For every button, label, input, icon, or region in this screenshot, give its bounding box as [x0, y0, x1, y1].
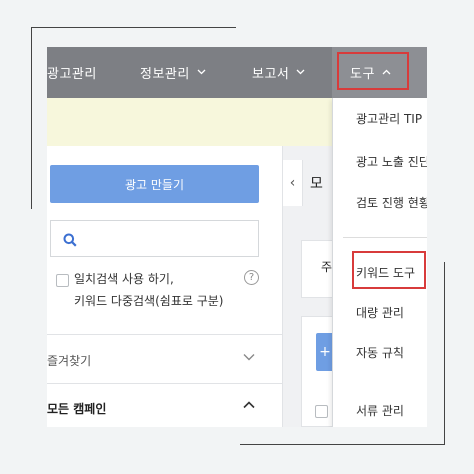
sidebar: 광고 만들기 일치검색 사용 하기, 키워드 다중검색(쉼표로 구분) ? 즐겨…: [47, 146, 283, 427]
menu-item-auto-rules[interactable]: 자동 규칙: [333, 332, 427, 372]
main-summary-text: 주: [321, 260, 333, 274]
favorites-row[interactable]: 즐겨찾기: [47, 336, 283, 383]
menu-item-label: 검토 진행 현황: [356, 195, 427, 210]
menu-divider: [343, 237, 427, 238]
chevron-down-icon: [296, 67, 305, 78]
menu-item-label: 광고관리 TIP: [356, 111, 423, 126]
screenshot-panel: 광고관리 정보관리 보고서 도구 광고 만들기 일치검색 사용 하기, 키워드 …: [47, 47, 427, 427]
nav-ad-management-label: 광고관리: [47, 67, 97, 82]
menu-item-ad-tips[interactable]: 광고관리 TIP: [333, 98, 427, 138]
sidebar-divider: [47, 334, 283, 335]
exact-match-checkbox[interactable]: [56, 274, 69, 287]
menu-item-exposure-diagnosis[interactable]: 광고 노출 진단: [333, 141, 427, 181]
multi-keyword-label: 키워드 다중검색(쉼표로 구분): [74, 294, 224, 308]
campaign-search-input[interactable]: [50, 220, 259, 257]
keyword-tool-highlight-box: [352, 251, 426, 289]
nav-info-management-label: 정보관리: [140, 67, 190, 82]
menu-item-label: 대량 관리: [356, 305, 404, 320]
frame-corner-bottom: [240, 444, 445, 445]
main-title: 모: [310, 176, 323, 192]
chevron-down-icon: [243, 349, 255, 365]
nav-ad-management[interactable]: 광고관리: [47, 47, 97, 98]
row-checkbox[interactable]: [315, 405, 328, 418]
all-campaigns-label: 모든 캠페인: [47, 402, 107, 416]
nav-report-label: 보고서: [252, 67, 290, 82]
menu-item-label: 자동 규칙: [356, 345, 404, 360]
frame-corner-top: [31, 27, 236, 28]
collapse-sidebar-button[interactable]: ‹: [283, 160, 303, 206]
menu-item-label: 광고 노출 진단: [356, 154, 427, 169]
menu-item-review-status[interactable]: 검토 진행 현황: [333, 182, 427, 222]
chevron-up-icon: [243, 397, 255, 413]
frame-corner-left: [31, 27, 32, 209]
menu-item-label: 서류 관리: [356, 403, 404, 418]
chevron-down-icon: [197, 67, 206, 78]
help-icon[interactable]: ?: [244, 270, 259, 285]
search-icon: [63, 232, 77, 247]
nav-info-management[interactable]: 정보관리: [140, 47, 206, 98]
nav-report[interactable]: 보고서: [252, 47, 305, 98]
frame-corner-right: [444, 262, 445, 444]
create-ad-button[interactable]: 광고 만들기: [50, 165, 259, 203]
tools-highlight-box: [337, 52, 409, 90]
menu-item-bulk-management[interactable]: 대량 관리: [333, 292, 427, 332]
favorites-label: 즐겨찾기: [47, 354, 92, 368]
menu-item-document-management[interactable]: 서류 관리: [333, 390, 427, 427]
all-campaigns-row[interactable]: 모든 캠페인: [47, 384, 283, 427]
exact-match-label: 일치검색 사용 하기,: [74, 272, 174, 286]
